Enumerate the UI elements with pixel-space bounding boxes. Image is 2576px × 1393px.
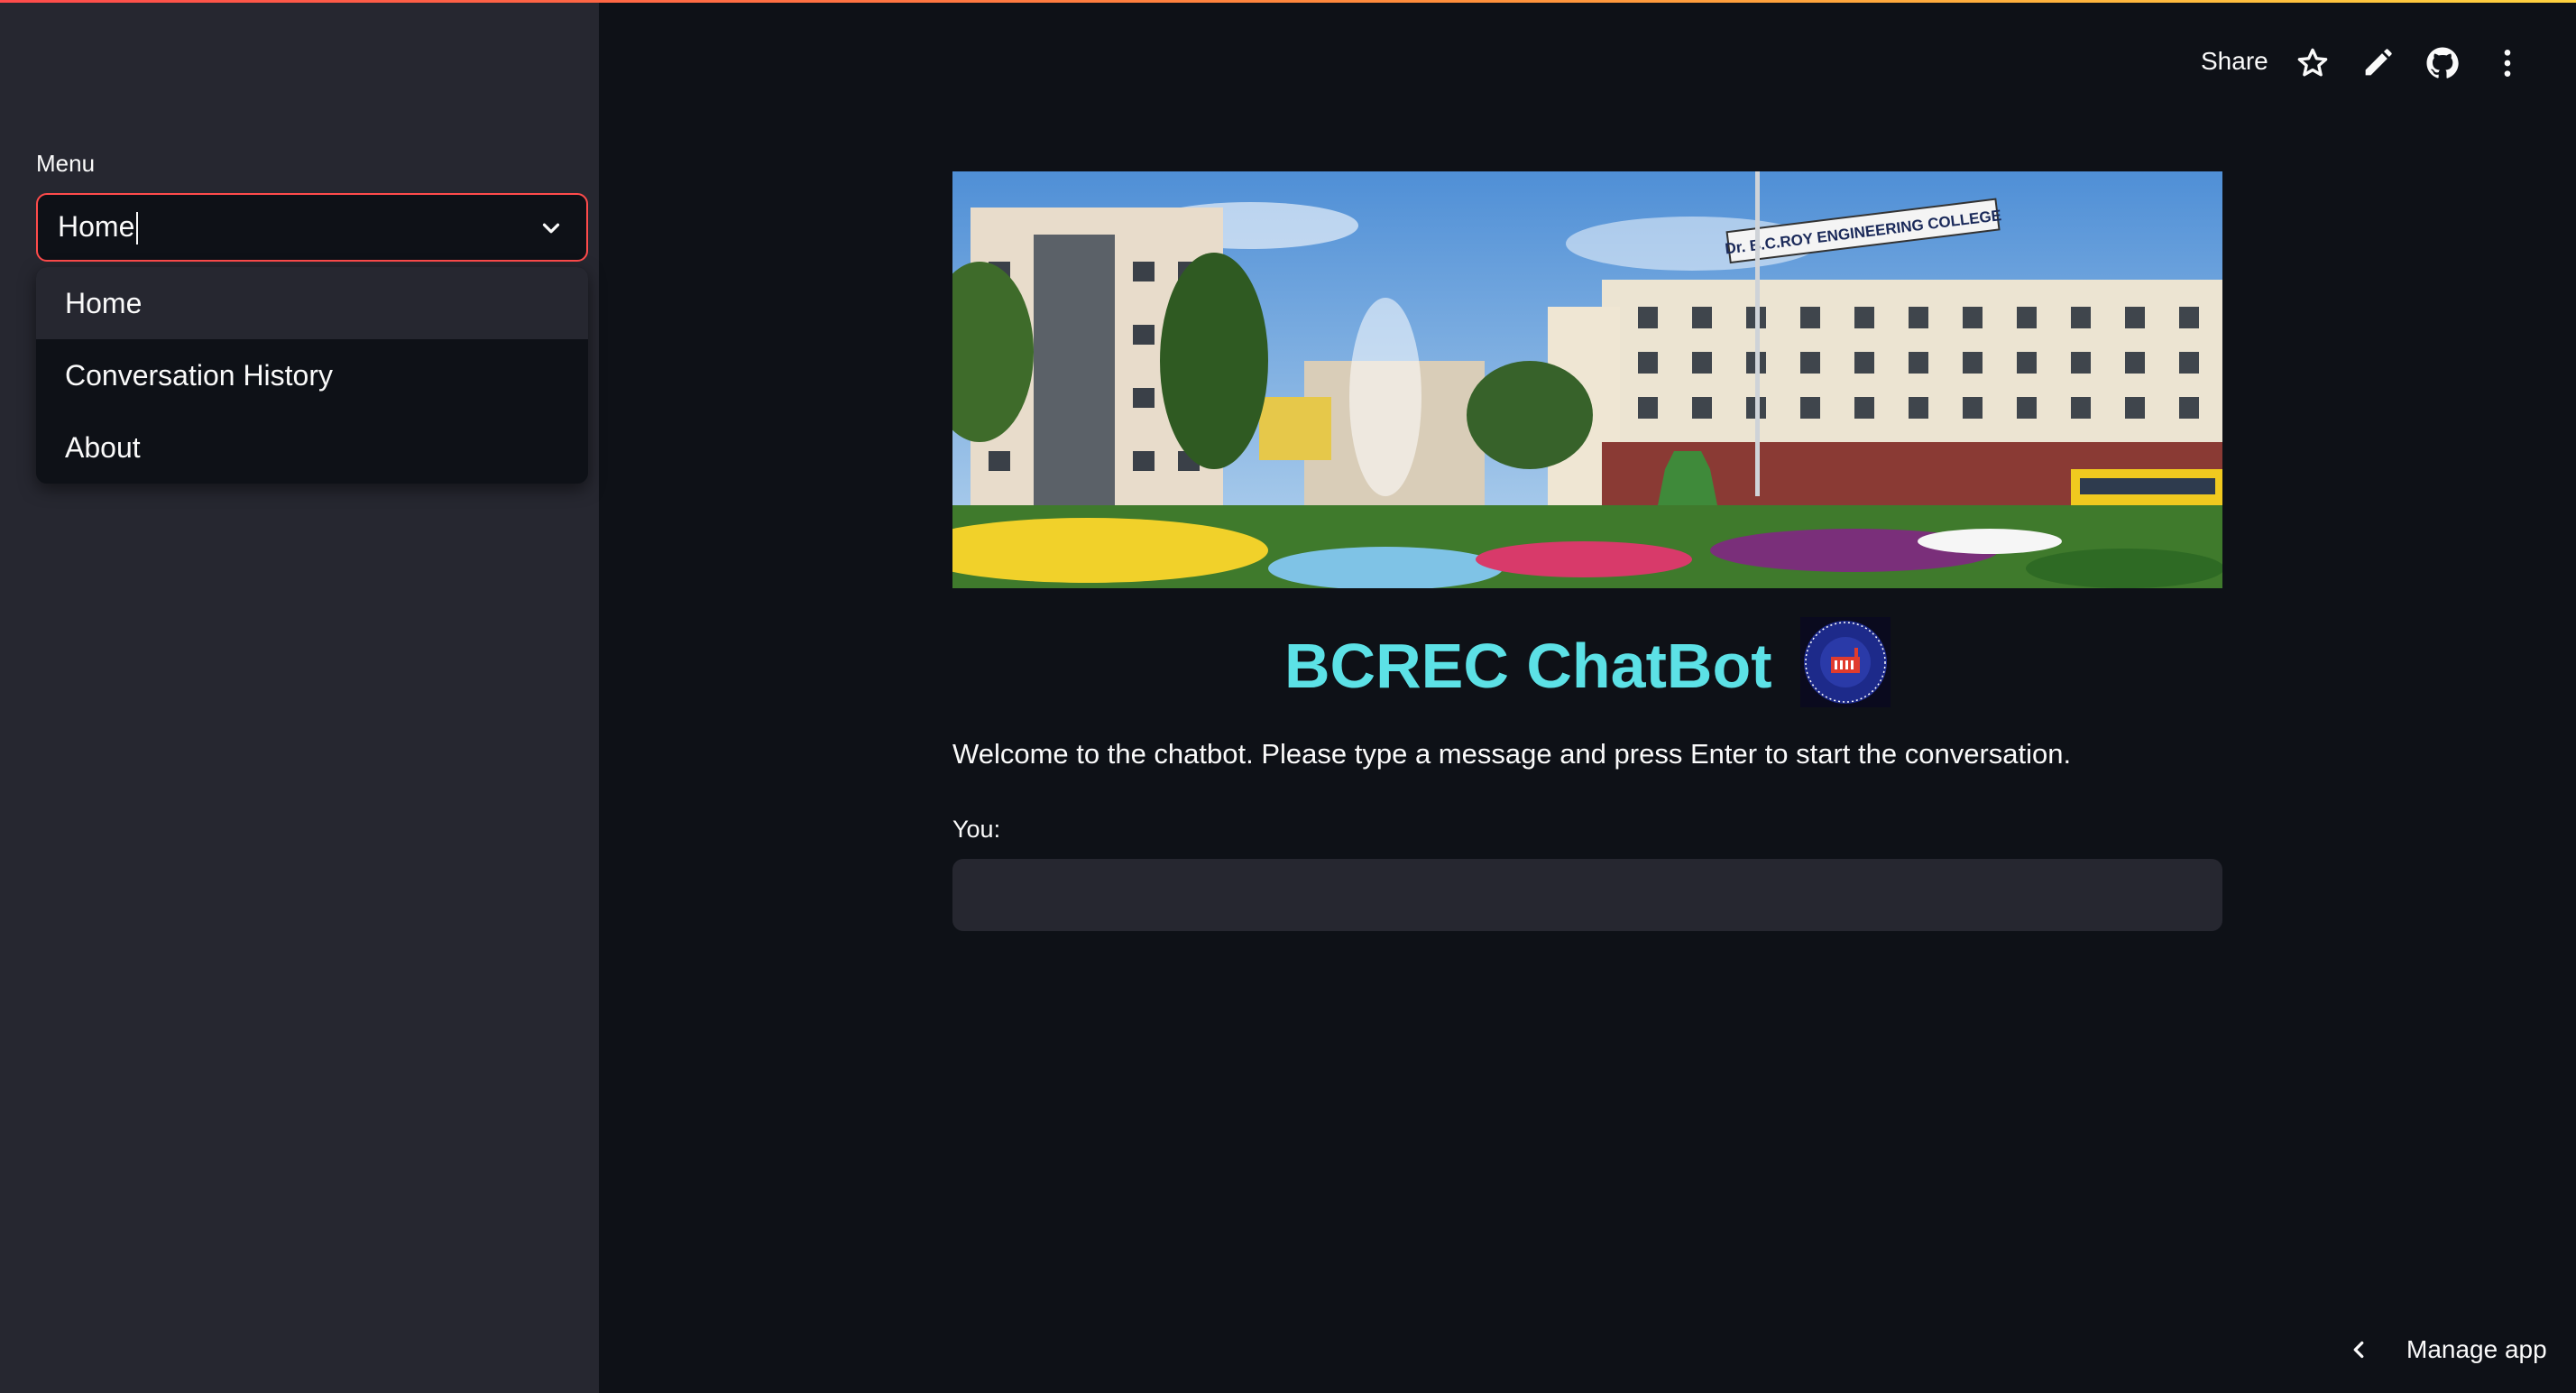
manage-app-button[interactable]: Manage app xyxy=(2345,1335,2547,1364)
sidebar: Menu Home Home Conversation History Abou… xyxy=(0,0,599,1393)
chevron-left-icon xyxy=(2353,1341,2364,1359)
welcome-text: Welcome to the chatbot. Please type a me… xyxy=(952,738,2072,770)
menu-option-conversation-history[interactable]: Conversation History xyxy=(36,339,588,411)
menu-label: Menu xyxy=(36,150,96,177)
menu-option-home[interactable]: Home xyxy=(36,267,588,339)
campus-banner-image: Dr. B.C.ROY ENGINEERING COLLEGE xyxy=(952,171,2222,588)
college-logo xyxy=(1800,617,1891,707)
manage-app-label: Manage app xyxy=(2406,1335,2547,1363)
input-label: You: xyxy=(952,816,1001,843)
menu-select-value[interactable]: Home xyxy=(58,210,139,245)
star-icon[interactable] xyxy=(2295,45,2331,81)
menu-dropdown: Home Conversation History About xyxy=(36,267,588,484)
chevron-down-icon[interactable] xyxy=(538,215,565,242)
github-icon[interactable] xyxy=(2424,45,2461,81)
pencil-icon[interactable] xyxy=(2360,45,2396,81)
chat-input[interactable] xyxy=(952,859,2222,931)
menu-option-about[interactable]: About xyxy=(36,411,588,484)
top-decoration-stripe xyxy=(0,0,2576,3)
page-title: BCREC ChatBot xyxy=(1284,631,1772,701)
menu-select[interactable]: Home xyxy=(36,193,588,262)
more-vertical-icon[interactable] xyxy=(2489,45,2525,81)
share-button[interactable]: Share xyxy=(2201,47,2268,76)
title-row: BCREC ChatBot xyxy=(952,613,2222,709)
text-caret xyxy=(136,212,139,245)
